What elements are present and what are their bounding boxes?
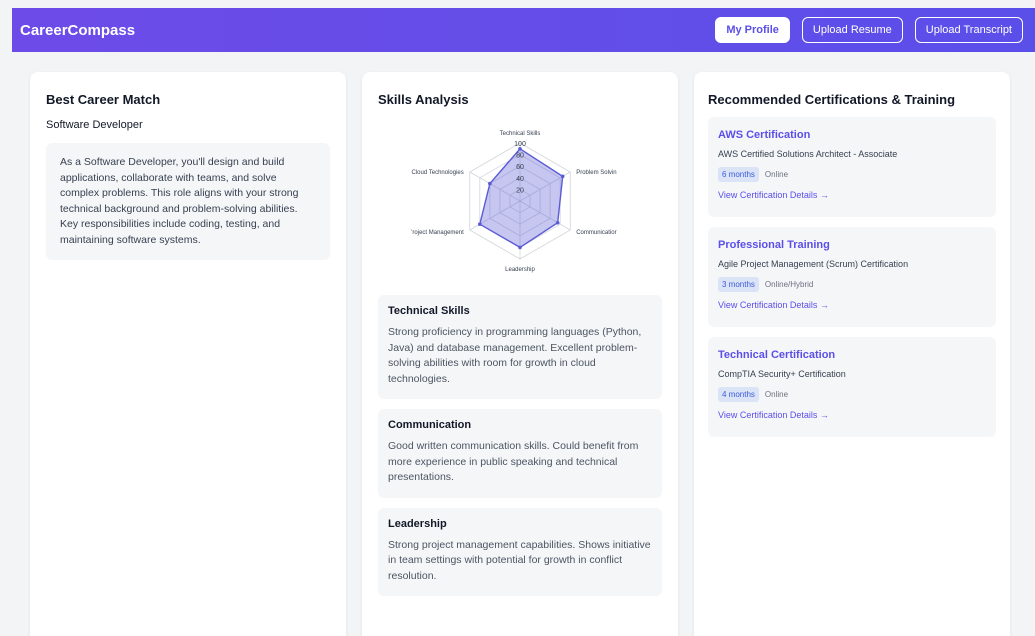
skill-title: Technical Skills [388,305,470,317]
cert-title: Technical Certification [718,349,836,361]
career-description: As a Software Developer, you'll design a… [46,143,330,260]
app-header: CareerCompass My Profile Upload Resume U… [12,8,1035,52]
cert-meta: 4 months Online [718,387,986,402]
cert-duration-badge: 6 months [718,167,759,182]
radar-data-point [555,220,560,225]
cert-subtitle: Agile Project Management (Scrum) Certifi… [718,259,909,269]
main-content: Best Career Match Software Developer As … [12,52,1035,636]
skill-item-leadership: Leadership Strong project management cap… [378,507,662,596]
view-cert-details-link[interactable]: View Certification Details → [718,410,829,420]
skills-list: Technical Skills Strong proficiency in p… [378,295,662,596]
skill-title: Leadership [388,517,447,530]
radar-tick-label: 100 [514,141,526,148]
skills-analysis-card: Skills Analysis 20 40 60 80 100 Technical Ski… [362,72,678,636]
radar-data-point [478,222,482,226]
skill-description: Good written communication skills. Could… [388,440,639,483]
cert-mode: Online [764,390,789,399]
radar-tick-label: 60 [516,164,524,171]
my-profile-button[interactable]: My Profile [715,17,790,43]
skills-radar-chart: 20 40 60 80 100 Technical Skills Problem Solvi… [411,131,616,273]
radar-axis-label: Leadership [505,267,535,273]
cert-title: Professional Training [718,239,830,251]
radar-data-point [488,181,492,186]
cert-item-technical: Technical Certification CompTIA Security… [708,337,996,437]
skill-description: Strong project management capabilities. … [388,538,651,582]
radar-axis-label: Communicatior [576,230,616,236]
skills-analysis-title: Skills Analysis [378,92,469,107]
radar-tick-label: 40 [516,176,524,183]
career-match-title: Best Career Match [46,92,161,107]
cert-mode: Online [764,170,789,179]
career-match-card: Best Career Match Software Developer As … [30,72,346,636]
career-name: Software Developer [46,119,143,131]
cert-duration-badge: 4 months [718,387,759,402]
radar-tick-label: 20 [516,187,524,194]
view-cert-details-link[interactable]: View Certification Details → [718,190,829,200]
cert-item-aws: AWS Certification AWS Certified Solution… [708,117,996,217]
cert-meta: 6 months Online [718,167,986,182]
radar-axis-label: Problem Solvin [576,170,616,176]
radar-data-point [518,245,522,250]
cert-subtitle: AWS Certified Solutions Architect - Asso… [718,149,898,159]
upload-transcript-button[interactable]: Upload Transcript [914,17,1023,43]
skill-description: Strong proficiency in programming langua… [388,326,642,385]
cert-duration-badge: 3 months [718,277,759,292]
upload-resume-button[interactable]: Upload Resume [801,17,903,43]
radar-axis-label: 'roject Management [411,230,464,236]
certifications-card: Recommended Certifications & Training AW… [694,72,1010,636]
cert-subtitle: CompTIA Security+ Certification [718,369,846,379]
cert-title: AWS Certification [718,129,811,141]
header-actions: My Profile Upload Resume Upload Transcri… [715,17,1023,43]
skill-title: Communication [388,419,472,431]
skill-item-communication: Communication Good written communication… [378,409,662,498]
view-cert-details-link[interactable]: View Certification Details → [718,300,829,310]
radar-tick-label: 80 [516,153,524,160]
radar-axis-label: Technical Skills [500,131,541,137]
cert-mode: Online/Hybrid [764,280,814,289]
radar-data-point [560,174,565,179]
cert-meta: 3 months Online/Hybrid [718,277,986,292]
radar-axis-label: Cloud Technologies [412,170,464,176]
skill-item-technical: Technical Skills Strong proficiency in p… [378,295,662,399]
cert-item-professional: Professional Training Agile Project Mana… [708,227,996,327]
app-logo[interactable]: CareerCompass [20,22,135,39]
certifications-title: Recommended Certifications & Training [708,92,956,107]
